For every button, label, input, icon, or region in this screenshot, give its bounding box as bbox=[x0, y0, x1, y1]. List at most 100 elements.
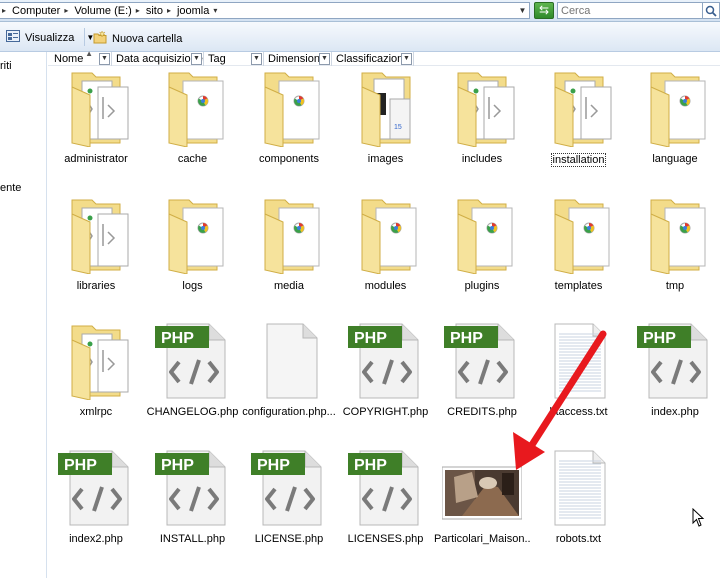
folder-icon bbox=[56, 320, 136, 401]
file-item[interactable]: components bbox=[241, 67, 337, 177]
file-name-label: libraries bbox=[76, 280, 116, 292]
column-header-row: Nome ▲ ▼ Data acquisizione ▼ Tag ▼ Dimen… bbox=[48, 49, 720, 66]
file-item[interactable]: tmp bbox=[627, 194, 720, 304]
chevron-down-icon[interactable]: ▼ bbox=[401, 53, 412, 65]
file-item[interactable]: PHP COPYRIGHT.php bbox=[338, 320, 434, 430]
file-name-label: images bbox=[367, 153, 404, 165]
view-label: Visualizza bbox=[25, 31, 75, 44]
php-file-icon: PHP bbox=[153, 447, 233, 527]
file-name-label: CREDITS.php bbox=[447, 406, 517, 418]
file-name-label: logs bbox=[182, 280, 203, 292]
file-name-label: modules bbox=[364, 280, 407, 292]
chevron-down-icon[interactable]: ▼ bbox=[251, 53, 262, 65]
file-name-label: media bbox=[274, 280, 304, 292]
file-item[interactable]: PHP LICENSES.php bbox=[338, 447, 434, 557]
chevron-down-icon[interactable]: ▼ bbox=[99, 53, 110, 65]
breadcrumb-computer[interactable]: Computer ▸ bbox=[9, 5, 71, 17]
file-item[interactable]: PHP LICENSE.php bbox=[241, 447, 337, 557]
file-item[interactable]: language bbox=[627, 67, 720, 177]
file-name-label: templates bbox=[554, 280, 603, 292]
folder-icon bbox=[153, 67, 233, 148]
file-item[interactable]: logs bbox=[145, 194, 241, 304]
file-item[interactable]: PHP CREDITS.php bbox=[434, 320, 530, 430]
file-item[interactable]: modules bbox=[338, 194, 434, 304]
column-rating[interactable]: Classificazione ▼ bbox=[332, 52, 414, 66]
svg-text:PHP: PHP bbox=[257, 457, 290, 474]
svg-text:PHP: PHP bbox=[161, 457, 194, 474]
chevron-right-icon[interactable]: ▸ bbox=[136, 6, 140, 15]
folder-icon bbox=[56, 194, 136, 275]
file-item[interactable]: xmlrpc bbox=[48, 320, 144, 430]
file-name-label: LICENSE.php bbox=[254, 533, 324, 545]
breadcrumb[interactable]: ▸ Computer ▸ Volume (E:) ▸ sito ▸ joomla ▾ bbox=[0, 2, 530, 19]
file-item[interactable]: PHP index2.php bbox=[48, 447, 144, 557]
php-file-icon: PHP bbox=[56, 447, 136, 527]
php-file-icon: PHP bbox=[249, 447, 329, 527]
new-folder-button[interactable]: Nuova cartella bbox=[93, 30, 182, 47]
file-item[interactable]: administrator bbox=[48, 67, 144, 177]
search-input[interactable] bbox=[557, 2, 703, 19]
file-name-label: installation bbox=[550, 153, 607, 167]
file-item[interactable]: PHP index.php bbox=[627, 320, 720, 430]
file-item[interactable]: plugins bbox=[434, 194, 530, 304]
file-item[interactable]: PHP CHANGELOG.php bbox=[145, 320, 241, 430]
search-icon bbox=[705, 5, 717, 17]
file-name-label: INSTALL.php bbox=[159, 533, 226, 545]
file-name-label: plugins bbox=[464, 280, 500, 292]
file-name-label: CHANGELOG.php bbox=[146, 406, 239, 418]
folder-icon bbox=[635, 194, 715, 275]
address-history-dropdown[interactable]: ▼ bbox=[515, 2, 530, 19]
chevron-down-icon[interactable]: ▼ bbox=[319, 53, 330, 65]
breadcrumb-label: Volume (E:) bbox=[74, 4, 132, 17]
toolbar-separator bbox=[84, 28, 85, 46]
svg-text:PHP: PHP bbox=[643, 330, 676, 347]
text-file-icon bbox=[539, 320, 619, 400]
file-name-label: LICENSES.php bbox=[347, 533, 424, 545]
file-item[interactable]: templates bbox=[531, 194, 627, 304]
column-date[interactable]: Data acquisizione ▼ bbox=[112, 52, 204, 66]
file-item[interactable]: htaccess.txt bbox=[531, 320, 627, 430]
folder-icon bbox=[346, 194, 426, 275]
text-file-icon bbox=[539, 447, 619, 527]
chevron-right-icon[interactable]: ▸ bbox=[64, 6, 68, 15]
sort-ascending-icon: ▲ bbox=[85, 49, 93, 58]
nav-item-recent[interactable]: ente bbox=[0, 182, 21, 194]
nav-item-favorites[interactable]: riti bbox=[0, 60, 12, 72]
file-item[interactable]: a! 15 images bbox=[338, 67, 434, 177]
file-name-label: htaccess.txt bbox=[549, 406, 608, 418]
folder-icon bbox=[249, 194, 329, 275]
chevron-right-icon[interactable]: ▸ bbox=[167, 6, 171, 15]
breadcrumb-label: joomla bbox=[176, 4, 210, 17]
file-item[interactable]: configuration.php... bbox=[241, 320, 337, 430]
column-size[interactable]: Dimensione ▼ bbox=[264, 52, 332, 66]
php-file-icon: PHP bbox=[153, 320, 233, 400]
file-item[interactable]: robots.txt bbox=[531, 447, 627, 557]
file-item[interactable]: Particolari_Maison... bbox=[434, 447, 530, 557]
file-item[interactable]: cache bbox=[145, 67, 241, 177]
column-label: Tag bbox=[208, 53, 226, 65]
file-name-label: cache bbox=[177, 153, 208, 165]
file-item[interactable]: PHP INSTALL.php bbox=[145, 447, 241, 557]
breadcrumb-volume[interactable]: Volume (E:) ▸ bbox=[71, 5, 142, 17]
php-file-icon: PHP bbox=[346, 447, 426, 527]
toolbar-overflow[interactable] bbox=[706, 28, 720, 46]
view-button[interactable]: Visualizza ▼ bbox=[6, 30, 94, 45]
svg-text:PHP: PHP bbox=[450, 330, 483, 347]
folder-icon bbox=[539, 67, 619, 148]
file-item[interactable]: installation bbox=[531, 67, 627, 177]
folder-icon bbox=[442, 67, 522, 148]
refresh-button[interactable]: ⇆ bbox=[534, 2, 554, 19]
file-item[interactable]: includes bbox=[434, 67, 530, 177]
chevron-right-icon[interactable]: ▸ bbox=[2, 6, 6, 15]
breadcrumb-sito[interactable]: sito ▸ bbox=[143, 5, 174, 17]
file-item[interactable]: media bbox=[241, 194, 337, 304]
search-button[interactable] bbox=[703, 2, 720, 19]
chevron-down-icon[interactable]: ▾ bbox=[213, 6, 217, 15]
folder-icon bbox=[153, 194, 233, 275]
file-item[interactable]: libraries bbox=[48, 194, 144, 304]
svg-text:PHP: PHP bbox=[354, 330, 387, 347]
column-tag[interactable]: Tag ▼ bbox=[204, 52, 264, 66]
breadcrumb-joomla[interactable]: joomla ▾ bbox=[174, 5, 220, 17]
chevron-down-icon[interactable]: ▼ bbox=[191, 53, 202, 65]
column-name[interactable]: Nome ▲ ▼ bbox=[50, 49, 112, 66]
